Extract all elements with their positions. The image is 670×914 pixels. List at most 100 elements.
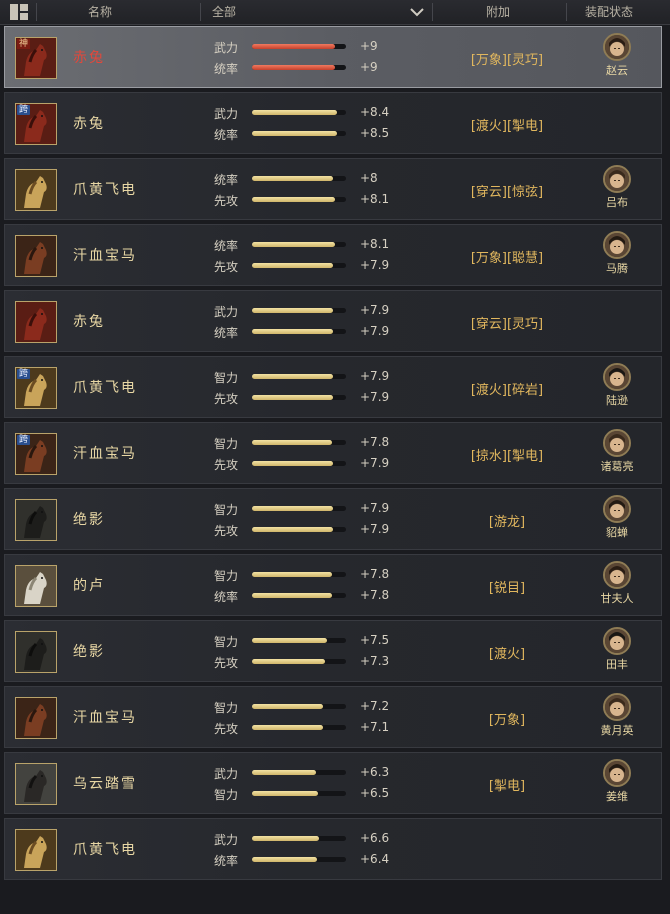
stat-bar-fill (252, 857, 317, 862)
horse-row[interactable]: 汗血宝马 智力 +7.2 先攻 +7.1 [万象] 黄月英 (4, 686, 662, 748)
stat-bar-fill (252, 461, 333, 466)
stat-value: +7.9 (360, 258, 390, 272)
addon-skills: [穿云][灵巧] (470, 317, 544, 332)
general-name: 诸葛亮 (600, 460, 634, 473)
general-name: 马腾 (606, 262, 628, 275)
horse-row[interactable]: 的卢 智力 +7.8 统率 +7.8 [锐目] 甘夫人 (4, 554, 662, 616)
horse-row[interactable]: 跨赤兔 武力 +8.4 统率 +8.5 [渡火][掣电] (4, 92, 662, 154)
general-name: 姜维 (606, 790, 628, 803)
stat-bar-fill (252, 791, 318, 796)
stat-line: 武力 +8.4 (214, 105, 394, 121)
equipped-general[interactable]: 甘夫人 (589, 561, 645, 606)
addon-skills: [锐目] (488, 581, 526, 596)
addon-skills: [万象] (488, 713, 526, 728)
addon-skills: [渡火] (488, 647, 526, 662)
stat-value: +7.8 (360, 567, 390, 581)
avatar (603, 33, 631, 61)
stat-line: 统率 +7.9 (214, 324, 394, 340)
stat-line: 统率 +8 (214, 171, 394, 187)
stat-label: 先攻 (214, 392, 239, 406)
stat-line: 先攻 +7.9 (214, 522, 394, 538)
stat-label: 统率 (214, 62, 239, 76)
stat-value: +7.8 (360, 588, 390, 602)
filter-dropdown-label[interactable]: 全部 (212, 0, 236, 24)
stat-label: 智力 (214, 437, 239, 451)
horse-thumbnail: 神 (15, 37, 57, 79)
stat-value: +6.4 (360, 852, 390, 866)
horse-row[interactable]: 跨爪黄飞电 智力 +7.9 先攻 +7.9 [渡火][碎岩] 陆逊 (4, 356, 662, 418)
stat-label: 先攻 (214, 194, 239, 208)
horse-name: 绝影 (73, 512, 105, 528)
horse-thumbnail (15, 499, 57, 541)
equipped-general[interactable]: 诸葛亮 (589, 429, 645, 474)
equipped-general[interactable]: 貂蝉 (589, 495, 645, 540)
horse-row[interactable]: 赤兔 武力 +7.9 统率 +7.9 [穿云][灵巧] (4, 290, 662, 352)
horse-row[interactable]: 爪黄飞电 武力 +6.6 统率 +6.4 (4, 818, 662, 880)
addon-skills: [万象][灵巧] (470, 53, 544, 68)
column-name-header[interactable]: 名称 (88, 0, 112, 24)
stat-line: 先攻 +7.9 (214, 258, 394, 274)
equipped-general[interactable]: 马腾 (589, 231, 645, 276)
horse-name: 赤兔 (73, 314, 105, 330)
stat-bar (252, 374, 346, 379)
stat-bar-fill (252, 638, 327, 643)
addon-skills: [万象][聪慧] (470, 251, 544, 266)
stat-label: 先攻 (214, 722, 239, 736)
stat-label: 统率 (214, 326, 239, 340)
chevron-down-icon[interactable] (410, 6, 424, 18)
equipped-general[interactable]: 陆逊 (589, 363, 645, 408)
avatar (603, 495, 631, 523)
column-addon-header[interactable]: 附加 (486, 0, 510, 24)
stat-bar-fill (252, 395, 333, 400)
horse-name: 汗血宝马 (73, 710, 137, 726)
general-name: 甘夫人 (600, 592, 634, 605)
stat-bar (252, 197, 346, 202)
list-header: 名称 全部 附加 装配状态 (0, 0, 670, 25)
horse-row[interactable]: 绝影 智力 +7.5 先攻 +7.3 [渡火] 田丰 (4, 620, 662, 682)
horse-thumbnail: 跨 (15, 367, 57, 409)
horse-badge: 跨 (17, 435, 31, 445)
stat-label: 武力 (214, 833, 239, 847)
equipped-general[interactable]: 吕布 (589, 165, 645, 210)
horse-name: 爪黄飞电 (73, 380, 137, 396)
horse-row[interactable]: 汗血宝马 统率 +8.1 先攻 +7.9 [万象][聪慧] 马腾 (4, 224, 662, 286)
avatar (603, 165, 631, 193)
equipped-general[interactable]: 黄月英 (589, 693, 645, 738)
stat-label: 先攻 (214, 260, 239, 274)
stat-value: +7.9 (360, 303, 390, 317)
horse-thumbnail (15, 565, 57, 607)
stat-line: 智力 +7.2 (214, 699, 394, 715)
horse-badge: 跨 (17, 369, 31, 379)
stat-bar (252, 638, 346, 643)
stat-line: 先攻 +7.1 (214, 720, 394, 736)
addon-skills: [渡火][掣电] (470, 119, 544, 134)
stat-bar (252, 44, 346, 49)
equipped-general[interactable]: 田丰 (589, 627, 645, 672)
horse-name: 爪黄飞电 (73, 842, 137, 858)
horse-row[interactable]: 乌云踏雪 武力 +6.3 智力 +6.5 [掣电] 姜维 (4, 752, 662, 814)
horse-row[interactable]: 神赤兔 武力 +9 统率 +9 [万象][灵巧] 赵云 (4, 26, 662, 88)
stat-bar (252, 308, 346, 313)
horse-badge: 神 (17, 39, 31, 49)
grid-view-icon[interactable] (10, 4, 28, 20)
stat-line: 武力 +9 (214, 39, 394, 55)
equipped-general[interactable]: 赵云 (589, 33, 645, 78)
stat-label: 智力 (214, 788, 239, 802)
stat-line: 统率 +8.5 (214, 126, 394, 142)
stat-bar-fill (252, 242, 335, 247)
horse-row[interactable]: 绝影 智力 +7.9 先攻 +7.9 [游龙] 貂蝉 (4, 488, 662, 550)
stat-label: 武力 (214, 305, 239, 319)
column-equip-header[interactable]: 装配状态 (585, 0, 633, 24)
stat-value: +9 (360, 39, 378, 53)
horse-name: 绝影 (73, 644, 105, 660)
equipped-general[interactable]: 姜维 (589, 759, 645, 804)
stat-line: 武力 +6.6 (214, 831, 394, 847)
stat-value: +7.3 (360, 654, 390, 668)
horse-row[interactable]: 跨汗血宝马 智力 +7.8 先攻 +7.9 [掠水][掣电] 诸葛亮 (4, 422, 662, 484)
stat-bar-fill (252, 704, 323, 709)
stat-line: 武力 +6.3 (214, 765, 394, 781)
horse-row[interactable]: 爪黄飞电 统率 +8 先攻 +8.1 [穿云][惊弦] 吕布 (4, 158, 662, 220)
stat-label: 先攻 (214, 656, 239, 670)
stat-label: 统率 (214, 854, 239, 868)
avatar (603, 231, 631, 259)
